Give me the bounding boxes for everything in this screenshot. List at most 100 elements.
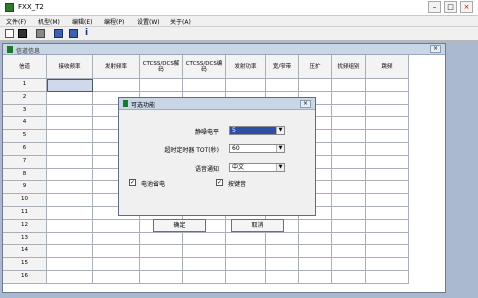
minimize-button[interactable]: – [428,1,441,13]
grid-cell[interactable] [47,168,93,182]
grid-cell[interactable] [226,79,266,92]
channel-info-close-button[interactable]: × [430,45,441,53]
menu-edit[interactable]: 编辑(E) [72,17,92,26]
grid-cell[interactable] [366,181,409,195]
maximize-button[interactable]: □ [444,1,457,13]
save-icon[interactable] [18,29,27,38]
grid-cell[interactable] [366,258,409,271]
grid-cell[interactable] [47,194,93,207]
menu-about[interactable]: 关于(A) [170,17,191,26]
tot-select[interactable]: 60 ▼ [229,144,285,153]
grid-cell[interactable] [93,258,140,271]
grid-cell[interactable] [366,130,409,143]
grid-cell[interactable] [332,219,366,233]
grid-cell[interactable] [93,219,140,233]
menu-model[interactable]: 机型(M) [38,17,60,26]
grid-cell[interactable] [366,271,409,284]
menu-file[interactable]: 文件(F) [6,17,26,26]
grid-cell[interactable] [47,117,93,131]
grid-cell[interactable] [47,155,93,169]
close-button[interactable]: × [460,1,473,13]
grid-cell[interactable] [183,271,226,284]
grid-cell[interactable] [47,271,93,284]
voice-select[interactable]: 中文 ▼ [229,163,285,172]
grid-cell[interactable] [332,79,366,92]
grid-cell[interactable] [332,168,366,182]
grid-cell[interactable] [366,245,409,259]
grid-cell[interactable] [366,168,409,182]
grid-cell[interactable] [266,79,299,92]
menu-program[interactable]: 编程(P) [104,17,124,26]
read-radio-icon[interactable] [54,29,63,38]
grid-cell[interactable] [140,245,183,259]
selected-cell[interactable] [47,79,93,92]
grid-cell[interactable] [266,271,299,284]
grid-cell[interactable] [226,245,266,259]
grid-cell[interactable] [266,232,299,246]
grid-cell[interactable] [332,91,366,105]
cancel-button[interactable]: 取消 [231,219,284,232]
beep-checkbox[interactable]: ✓ [216,179,223,186]
grid-cell[interactable] [140,232,183,246]
grid-cell[interactable] [332,104,366,118]
ok-button[interactable]: 确定 [153,219,206,232]
grid-cell[interactable] [299,271,332,284]
grid-cell[interactable] [47,104,93,118]
grid-cell[interactable] [332,143,366,156]
grid-cell[interactable] [93,271,140,284]
grid-cell[interactable] [47,245,93,259]
grid-cell[interactable] [299,79,332,92]
battery-save-checkbox[interactable]: ✓ [129,179,136,186]
grid-cell[interactable] [47,232,93,246]
grid-cell[interactable] [332,155,366,169]
grid-cell[interactable] [266,245,299,259]
grid-cell[interactable] [47,143,93,156]
squelch-select[interactable]: 5 ▼ [229,126,285,135]
grid-cell[interactable] [93,245,140,259]
grid-cell[interactable] [140,258,183,271]
info-icon[interactable]: i [85,28,88,38]
grid-cell[interactable] [332,181,366,195]
grid-cell[interactable] [332,130,366,143]
grid-cell[interactable] [183,232,226,246]
grid-cell[interactable] [183,245,226,259]
grid-cell[interactable] [366,155,409,169]
print-icon[interactable] [36,29,45,38]
grid-cell[interactable] [366,117,409,131]
grid-cell[interactable] [93,79,140,92]
grid-cell[interactable] [226,271,266,284]
grid-cell[interactable] [226,232,266,246]
grid-cell[interactable] [366,219,409,233]
grid-cell[interactable] [332,271,366,284]
grid-cell[interactable] [332,117,366,131]
grid-cell[interactable] [47,207,93,220]
menu-settings[interactable]: 设置(W) [137,17,160,26]
grid-cell[interactable] [47,130,93,143]
grid-cell[interactable] [183,258,226,271]
grid-cell[interactable] [299,245,332,259]
grid-cell[interactable] [366,232,409,246]
grid-cell[interactable] [299,258,332,271]
grid-cell[interactable] [366,91,409,105]
grid-cell[interactable] [47,258,93,271]
grid-cell[interactable] [366,79,409,92]
grid-cell[interactable] [93,232,140,246]
grid-cell[interactable] [226,258,266,271]
dialog-close-button[interactable]: × [300,100,311,108]
grid-cell[interactable] [299,219,332,233]
grid-cell[interactable] [47,91,93,105]
grid-cell[interactable] [47,219,93,233]
grid-cell[interactable] [140,271,183,284]
grid-cell[interactable] [366,104,409,118]
write-radio-icon[interactable] [69,29,78,38]
grid-cell[interactable] [332,194,366,207]
grid-cell[interactable] [366,207,409,220]
grid-cell[interactable] [332,232,366,246]
grid-cell[interactable] [183,79,226,92]
grid-cell[interactable] [332,245,366,259]
grid-cell[interactable] [266,258,299,271]
grid-cell[interactable] [366,194,409,207]
grid-cell[interactable] [366,143,409,156]
new-icon[interactable] [5,29,14,38]
grid-cell[interactable] [332,207,366,220]
